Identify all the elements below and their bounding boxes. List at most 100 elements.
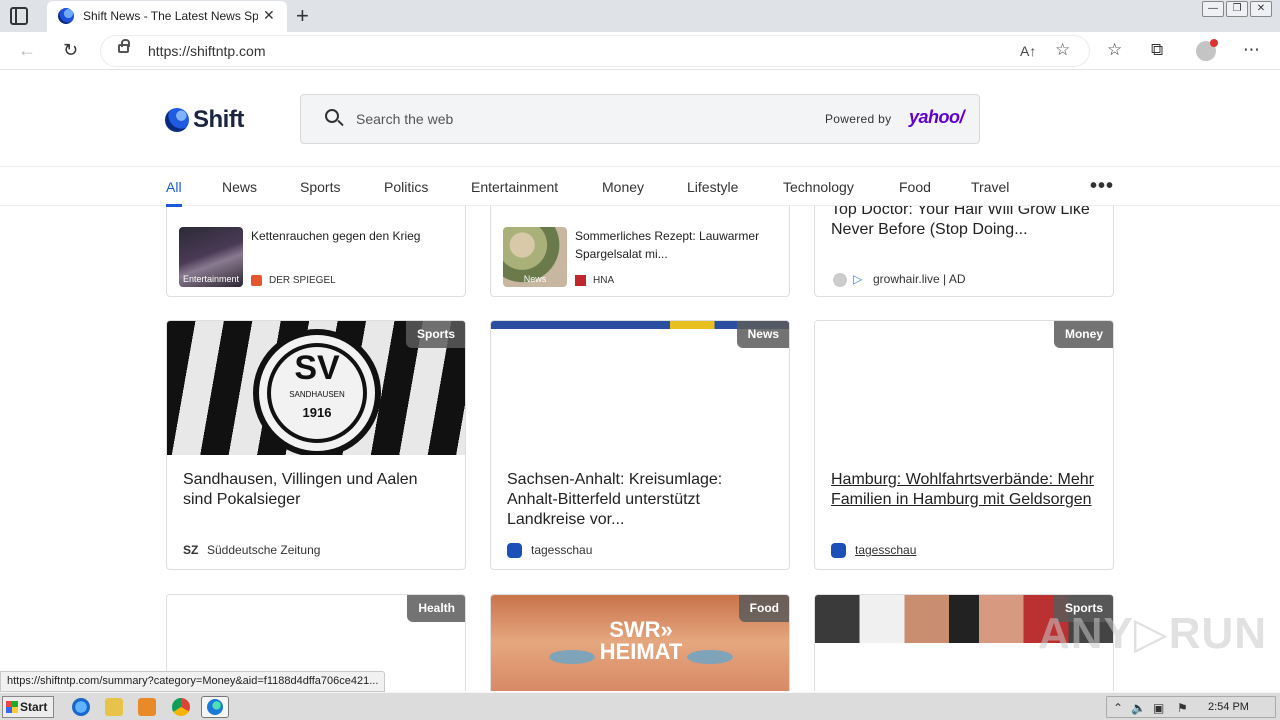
ad-choices-icon[interactable]: ▷	[853, 273, 864, 285]
category-badge: Food	[738, 595, 789, 622]
add-favorite-icon[interactable]: ☆	[1055, 40, 1070, 60]
windows-logo-icon	[6, 701, 18, 713]
card-image: Money	[815, 321, 1113, 455]
growhair-icon	[833, 273, 847, 287]
category-badge: News	[736, 321, 789, 348]
card-thumbnail: Entertainment	[179, 227, 243, 287]
eye-right	[687, 650, 733, 664]
tab-technology[interactable]: Technology	[783, 179, 854, 195]
ad-card[interactable]: Top Doctor: Your Hair Will Grow Like Nev…	[814, 191, 1114, 297]
favorites-icon[interactable]: ☆	[1107, 40, 1122, 60]
profile-avatar[interactable]	[1196, 39, 1218, 61]
category-nav: All News Sports Politics Entertainment M…	[0, 166, 1280, 207]
card-thumbnail: News	[503, 227, 567, 287]
search-icon[interactable]	[325, 109, 339, 123]
explorer-icon[interactable]	[105, 698, 123, 716]
tab-entertainment[interactable]: Entertainment	[471, 179, 558, 195]
category-badge: Money	[1053, 321, 1113, 348]
lock-icon[interactable]	[118, 39, 130, 53]
news-card[interactable]: News Sommerliches Rezept: Lauwarmer Spar…	[490, 191, 790, 297]
news-card[interactable]: SV SANDHAUSEN 1916 Sports Sandhausen, Vi…	[166, 320, 466, 570]
ie-icon[interactable]	[72, 698, 90, 716]
shift-logo-icon	[165, 108, 189, 132]
news-card[interactable]: Money Hamburg: Wohlfahrtsverbände: Mehr …	[814, 320, 1114, 570]
back-icon[interactable]: ←	[18, 40, 36, 61]
active-tab-indicator	[166, 204, 182, 207]
thumbnail-tag: News	[523, 274, 547, 284]
crest-year: 1916	[303, 405, 332, 420]
minimize-button[interactable]: —	[1202, 1, 1224, 17]
more-menu-icon[interactable]: ⋯	[1243, 40, 1260, 60]
shift-logo[interactable]: Shift	[165, 106, 244, 134]
sz-logo-icon: SZ	[183, 543, 199, 557]
ad-source: growhair.live | AD	[873, 272, 966, 286]
start-button[interactable]: Start	[2, 696, 54, 718]
page-content: Shift Powered by yahoo/ All News Sports …	[0, 71, 1280, 691]
card-source: HNA	[593, 275, 615, 286]
news-card[interactable]: News Sachsen-Anhalt: Kreisumlage: Anhalt…	[490, 320, 790, 570]
tab-food[interactable]: Food	[899, 179, 931, 195]
window-controls: — ❐ ✕	[1202, 1, 1272, 17]
card-title[interactable]: Sommerliches Rezept: Lauwarmer Spargelsa…	[575, 227, 765, 263]
news-card[interactable]: Entertainment Kettenrauchen gegen den Kr…	[166, 191, 466, 297]
read-aloud-icon[interactable]: A↑	[1020, 43, 1036, 59]
taskbar: Start ⌃ 🔈 ▣ ⚑ 2:54 PM	[0, 692, 1280, 720]
category-badge: Health	[407, 595, 465, 622]
shift-favicon-icon	[58, 8, 74, 24]
url-text[interactable]: https://shiftntp.com	[148, 43, 266, 59]
search-box[interactable]: Powered by yahoo/	[300, 94, 980, 144]
close-window-button[interactable]: ✕	[1250, 1, 1272, 17]
tab-politics[interactable]: Politics	[384, 179, 428, 195]
anyrun-watermark: ANY▷RUN	[1038, 609, 1268, 658]
more-categories-icon[interactable]: •••	[1090, 175, 1114, 198]
crest-letters: SV	[294, 349, 340, 387]
powered-by-label: Powered by	[825, 112, 892, 126]
action-center-icon[interactable]: ⚑	[1177, 701, 1188, 715]
hna-logo-icon	[575, 275, 586, 286]
category-badge: Sports	[405, 321, 465, 348]
card-source: DER SPIEGEL	[269, 275, 336, 286]
edge-taskbar-button[interactable]	[201, 696, 229, 718]
clock: 2:54 PM	[1208, 701, 1249, 713]
tab-travel[interactable]: Travel	[971, 179, 1009, 195]
address-bar: ← ↻ https://shiftntp.com A↑ ☆ ☆ ⧉ ⋯	[0, 32, 1280, 70]
card-title[interactable]: Sandhausen, Villingen und Aalen sind Pok…	[183, 470, 451, 510]
card-image: News	[491, 321, 789, 455]
network-icon[interactable]: ▣	[1153, 701, 1164, 715]
tab-bar: Shift News - The Latest News Spc ✕ + — ❐…	[0, 0, 1280, 32]
card-title[interactable]: Kettenrauchen gegen den Krieg	[251, 227, 441, 245]
tab-money[interactable]: Money	[602, 179, 644, 195]
new-tab-icon[interactable]: +	[296, 3, 309, 29]
tab-news[interactable]: News	[222, 179, 257, 195]
tagesschau-logo-icon	[831, 543, 846, 558]
yahoo-logo: yahoo/	[909, 107, 965, 127]
status-url-tooltip: https://shiftntp.com/summary?category=Mo…	[0, 671, 386, 692]
card-source: tagesschau	[531, 543, 593, 557]
tab-actions-icon[interactable]	[10, 7, 28, 25]
eye-left	[549, 650, 595, 664]
tab-all[interactable]: All	[166, 179, 182, 195]
ad-title[interactable]: Top Doctor: Your Hair Will Grow Like Nev…	[831, 200, 1101, 240]
start-label: Start	[20, 700, 48, 714]
browser-tab[interactable]: Shift News - The Latest News Spc ✕	[47, 1, 287, 32]
url-field[interactable]: https://shiftntp.com A↑ ☆	[100, 35, 1090, 67]
tab-sports[interactable]: Sports	[300, 179, 340, 195]
chrome-icon[interactable]	[172, 698, 190, 716]
collections-icon[interactable]: ⧉	[1151, 40, 1163, 60]
card-title[interactable]: Hamburg: Wohlfahrtsverbände: Mehr Famili…	[831, 470, 1099, 510]
card-title[interactable]: Sachsen-Anhalt: Kreisumlage: Anhalt-Bitt…	[507, 470, 775, 530]
restore-button[interactable]: ❐	[1226, 1, 1248, 17]
news-card[interactable]: SWR» HEIMAT Food	[490, 594, 790, 691]
tab-lifestyle[interactable]: Lifestyle	[687, 179, 738, 195]
volume-icon[interactable]: 🔈	[1131, 701, 1146, 715]
refresh-icon[interactable]: ↻	[63, 40, 78, 61]
card-source: Süddeutsche Zeitung	[207, 543, 321, 557]
tab-title: Shift News - The Latest News Spc	[83, 9, 258, 23]
card-image: SWR» HEIMAT Food	[491, 595, 789, 691]
spiegel-logo-icon	[251, 275, 262, 286]
search-input[interactable]	[356, 109, 806, 129]
close-tab-icon[interactable]: ✕	[263, 7, 275, 24]
crest-name: SANDHAUSEN	[289, 390, 345, 399]
tray-expand-icon[interactable]: ⌃	[1113, 701, 1123, 715]
media-player-icon[interactable]	[138, 698, 156, 716]
